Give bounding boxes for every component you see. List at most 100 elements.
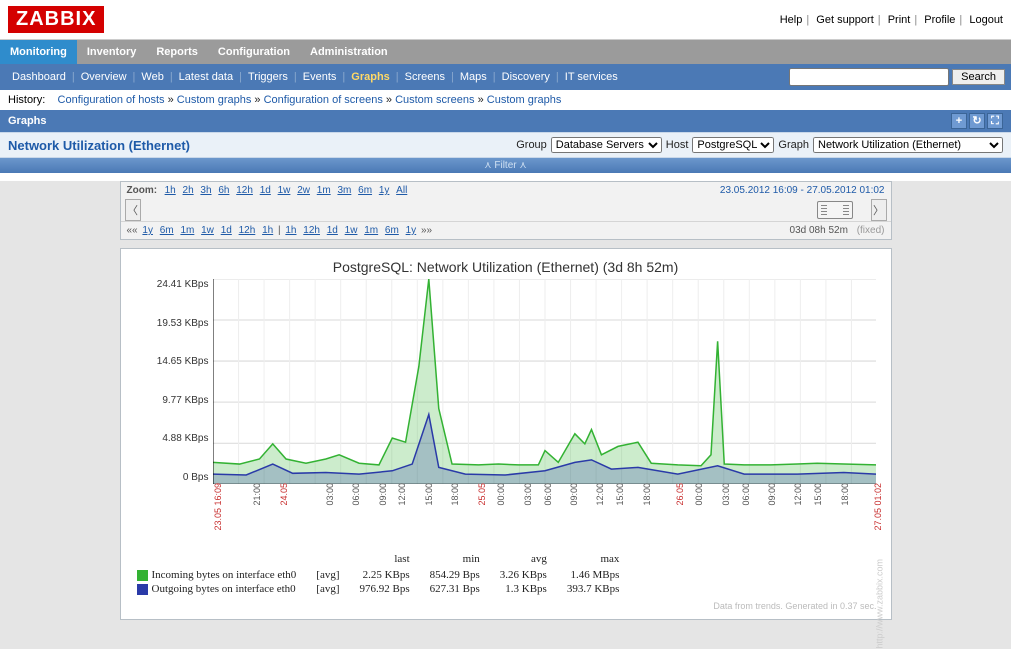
subnav-dashboard[interactable]: Dashboard [6,69,72,85]
zoom-level[interactable]: 1w [278,185,291,196]
history-item[interactable]: Custom graphs [177,94,252,106]
zabbix-url-watermark: http://www.zabbix.com [875,559,885,649]
x-tick: 26.05 [675,483,685,506]
subnav-latest[interactable]: Latest data [173,69,239,85]
host-select[interactable]: PostgreSQL [692,137,774,153]
shift-level[interactable]: 1y [406,225,417,236]
subnav-discovery[interactable]: Discovery [496,69,556,85]
filter-toggle[interactable]: ⋏ Filter ⋏ [0,158,1011,173]
search-button[interactable]: Search [952,69,1005,85]
zoom-level[interactable]: All [396,185,407,196]
group-label: Group [516,139,547,151]
shift-level[interactable]: 1h [285,225,296,236]
help-link[interactable]: Help [780,14,803,26]
shift-level[interactable]: 6m [385,225,399,236]
support-link[interactable]: Get support [816,14,873,26]
shift-level[interactable]: 1d [221,225,232,236]
nav-reports[interactable]: Reports [146,40,208,64]
history-item[interactable]: Custom screens [395,94,474,106]
subnav-screens[interactable]: Screens [399,69,451,85]
history-label: History: [8,94,45,106]
x-tick: 27.05 01:02 [873,483,883,531]
y-tick: 19.53 KBps [135,318,209,329]
section-header: Graphs + ↻ ⛶ [0,110,1011,132]
shift-level[interactable]: 1m [364,225,378,236]
x-tick: 12:00 [595,483,605,506]
top-links: Help| Get support| Print| Profile| Logou… [780,14,1003,26]
x-tick: 06:00 [351,483,361,506]
chart-plot [213,279,877,483]
nav-inventory[interactable]: Inventory [77,40,147,64]
section-title: Graphs [8,115,47,127]
zoom-level[interactable]: 1d [260,185,271,196]
timeline-forward-button[interactable]: 〉 [871,199,887,221]
zoom-level[interactable]: 2w [297,185,310,196]
zoom-level[interactable]: 1m [317,185,331,196]
y-tick: 24.41 KBps [135,279,209,290]
shift-level[interactable]: 12h [239,225,256,236]
zoom-level[interactable]: 6m [358,185,372,196]
timeline-fixed-label: (fixed) [857,225,885,236]
subnav-web[interactable]: Web [135,69,169,85]
logout-link[interactable]: Logout [969,14,1003,26]
subnav-overview[interactable]: Overview [75,69,133,85]
history-item[interactable]: Custom graphs [487,94,562,106]
x-tick: 00:00 [694,483,704,506]
fullscreen-icon[interactable]: ⛶ [987,113,1003,129]
timeline-thumb[interactable] [817,201,853,219]
x-tick: 06:00 [543,483,553,506]
group-select[interactable]: Database Servers [551,137,662,153]
legend-agg: [avg] [316,583,357,595]
x-tick: 23.05 16:09 [213,483,223,531]
nav-monitoring[interactable]: Monitoring [0,40,77,64]
zoom-level[interactable]: 1h [165,185,176,196]
subnav-graphs[interactable]: Graphs [345,69,396,85]
zoom-level[interactable]: 6h [218,185,229,196]
nav-configuration[interactable]: Configuration [208,40,300,64]
search-input[interactable] [789,68,949,86]
x-tick: 18:00 [840,483,850,506]
history-item[interactable]: Configuration of hosts [58,94,165,106]
shift-level[interactable]: 1w [345,225,358,236]
shift-level[interactable]: 12h [303,225,320,236]
subnav-triggers[interactable]: Triggers [242,69,294,85]
y-tick: 14.65 KBps [135,356,209,367]
refresh-icon[interactable]: ↻ [969,113,985,129]
profile-link[interactable]: Profile [924,14,955,26]
zoom-level[interactable]: 2h [183,185,194,196]
x-tick: 12:00 [397,483,407,506]
zoom-level[interactable]: 3h [200,185,211,196]
host-label: Host [666,139,689,151]
timeline-track[interactable] [141,199,871,221]
graph-select[interactable]: Network Utilization (Ethernet) [813,137,1003,153]
legend-max: 393.7 KBps [567,583,638,595]
zoom-level[interactable]: 3m [337,185,351,196]
shift-level[interactable]: 1w [201,225,214,236]
x-axis: 23.05 16:0921:0024.0503:0006:0009:0012:0… [213,483,877,537]
page-title: Network Utilization (Ethernet) [8,138,190,153]
subnav-events[interactable]: Events [297,69,343,85]
shift-level[interactable]: 1y [142,225,153,236]
shift-level[interactable]: 1d [327,225,338,236]
print-link[interactable]: Print [888,14,911,26]
x-tick: 18:00 [450,483,460,506]
zoom-level[interactable]: 1y [379,185,390,196]
shift-level[interactable]: 6m [160,225,174,236]
x-tick: 06:00 [741,483,751,506]
legend-series-name: Incoming bytes on interface eth0 [137,569,315,581]
nav-administration[interactable]: Administration [300,40,398,64]
x-tick: 09:00 [569,483,579,506]
subnav-maps[interactable]: Maps [454,69,493,85]
history-item[interactable]: Configuration of screens [264,94,383,106]
range-to: 27.05.2012 01:02 [807,185,885,196]
legend-agg: [avg] [316,569,357,581]
subnav-it[interactable]: IT services [559,69,624,85]
zoom-level[interactable]: 12h [236,185,253,196]
legend-series-name: Outgoing bytes on interface eth0 [137,583,315,595]
shift-level[interactable]: 1m [180,225,194,236]
timeline-back-button[interactable]: 〈 [125,199,141,221]
zoom-label: Zoom: [127,185,158,196]
shift-level[interactable]: 1h [262,225,273,236]
logo: ZABBIX [8,6,104,33]
add-icon[interactable]: + [951,113,967,129]
